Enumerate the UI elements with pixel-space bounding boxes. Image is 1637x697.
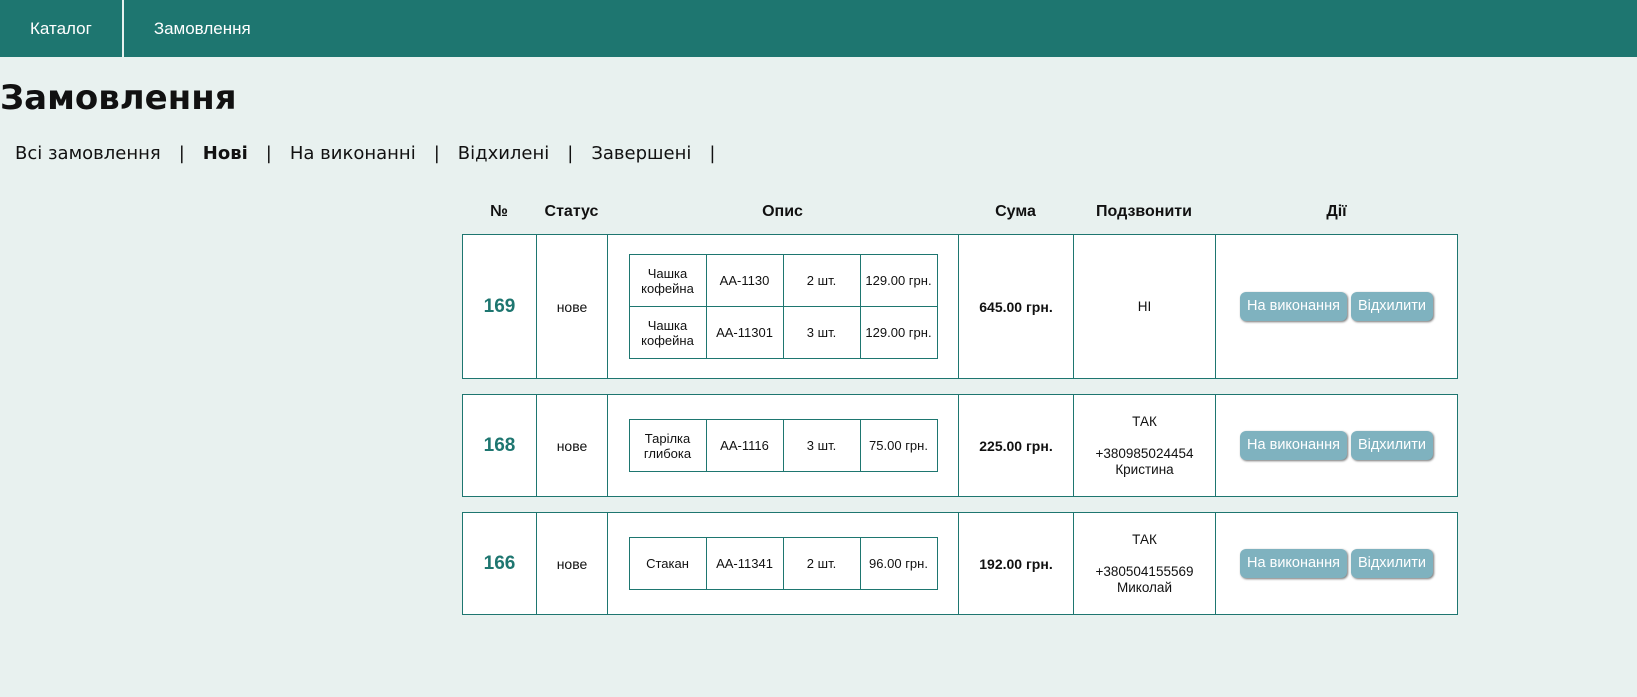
accept-order-button[interactable]: На виконання xyxy=(1240,292,1347,321)
filter-separator: | xyxy=(265,143,272,164)
call-answer: НІ xyxy=(1137,298,1152,314)
item-row: Тарілка глибока АА-1116 3 шт. 75.00 грн. xyxy=(628,419,938,472)
order-status: нове xyxy=(537,235,608,378)
order-status: нове xyxy=(537,395,608,496)
filter-rejected[interactable]: Відхилені xyxy=(458,143,550,164)
order-call-info: ТАК +380985024454 Кристина xyxy=(1074,395,1216,496)
page-title: Замовлення xyxy=(0,78,237,118)
item-code: АА-11341 xyxy=(705,537,784,590)
filter-separator: | xyxy=(567,143,574,164)
item-row: Стакан АА-11341 2 шт. 96.00 грн. xyxy=(628,537,938,590)
order-sum: 192.00 грн. xyxy=(959,513,1074,614)
call-phone: +380504155569 xyxy=(1095,563,1194,579)
header-actions: Дії xyxy=(1326,203,1347,220)
order-items-cell: Стакан АА-11341 2 шт. 96.00 грн. xyxy=(608,513,959,614)
filter-separator: | xyxy=(178,143,185,164)
order-row: 166 нове Стакан АА-11341 2 шт. 96.00 грн… xyxy=(462,512,1458,615)
header-description: Опис xyxy=(762,203,803,220)
item-quantity: 2 шт. xyxy=(782,537,861,590)
order-number: 166 xyxy=(463,513,537,614)
item-code: АА-11301 xyxy=(705,306,784,359)
accept-order-button[interactable]: На виконання xyxy=(1240,549,1347,578)
orders-table: № Статус Опис Сума Подзвонити Дії 169 но… xyxy=(462,190,1458,630)
order-items-cell: Тарілка глибока АА-1116 3 шт. 75.00 грн. xyxy=(608,395,959,496)
item-price: 96.00 грн. xyxy=(859,537,938,590)
call-name: Миколай xyxy=(1117,579,1172,595)
item-row: Чашка кофейна АА-1130 2 шт. 129.00 грн. xyxy=(628,254,938,307)
call-answer: ТАК xyxy=(1132,413,1157,429)
accept-order-button[interactable]: На виконання xyxy=(1240,431,1347,460)
order-actions: На виконання Відхилити xyxy=(1216,235,1457,378)
order-sum: 645.00 грн. xyxy=(959,235,1074,378)
header-sum: Сума xyxy=(995,203,1036,220)
order-items-table: Чашка кофейна АА-1130 2 шт. 129.00 грн. … xyxy=(628,254,938,359)
reject-order-button[interactable]: Відхилити xyxy=(1350,292,1433,321)
order-items-cell: Чашка кофейна АА-1130 2 шт. 129.00 грн. … xyxy=(608,235,959,378)
item-price: 75.00 грн. xyxy=(859,419,938,472)
item-price: 129.00 грн. xyxy=(859,306,938,359)
order-number: 168 xyxy=(463,395,537,496)
item-quantity: 2 шт. xyxy=(782,254,861,307)
header-call: Подзвонити xyxy=(1096,203,1192,220)
call-phone: +380985024454 xyxy=(1095,445,1194,461)
order-call-info: НІ xyxy=(1074,235,1216,378)
table-header: № Статус Опис Сума Подзвонити Дії xyxy=(462,190,1458,234)
status-filter-bar: Всі замовлення | Нові | На виконанні | В… xyxy=(15,143,733,164)
filter-new[interactable]: Нові xyxy=(203,143,248,164)
filter-all[interactable]: Всі замовлення xyxy=(15,143,161,164)
order-actions: На виконання Відхилити xyxy=(1216,513,1457,614)
order-row: 169 нове Чашка кофейна АА-1130 2 шт. 129… xyxy=(462,234,1458,379)
order-number: 169 xyxy=(463,235,537,378)
item-name: Чашка кофейна xyxy=(628,306,707,359)
item-name: Тарілка глибока xyxy=(628,419,707,472)
reject-order-button[interactable]: Відхилити xyxy=(1350,431,1433,460)
filter-completed[interactable]: Завершені xyxy=(591,143,691,164)
order-sum: 225.00 грн. xyxy=(959,395,1074,496)
reject-order-button[interactable]: Відхилити xyxy=(1350,549,1433,578)
item-name: Стакан xyxy=(628,537,707,590)
nav-orders[interactable]: Замовлення xyxy=(124,0,281,57)
call-answer: ТАК xyxy=(1132,531,1157,547)
header-status: Статус xyxy=(544,203,599,220)
item-row: Чашка кофейна АА-11301 3 шт. 129.00 грн. xyxy=(628,306,938,359)
item-code: АА-1116 xyxy=(705,419,784,472)
call-name: Кристина xyxy=(1115,461,1174,477)
item-quantity: 3 шт. xyxy=(782,419,861,472)
order-call-info: ТАК +380504155569 Миколай xyxy=(1074,513,1216,614)
item-code: АА-1130 xyxy=(705,254,784,307)
item-price: 129.00 грн. xyxy=(859,254,938,307)
order-items-table: Тарілка глибока АА-1116 3 шт. 75.00 грн. xyxy=(628,419,938,472)
order-status: нове xyxy=(537,513,608,614)
filter-in-progress[interactable]: На виконанні xyxy=(290,143,416,164)
top-navbar: Каталог Замовлення xyxy=(0,0,1637,57)
filter-separator: | xyxy=(709,143,716,164)
header-number: № xyxy=(490,203,508,220)
order-actions: На виконання Відхилити xyxy=(1216,395,1457,496)
item-name: Чашка кофейна xyxy=(628,254,707,307)
filter-separator: | xyxy=(433,143,440,164)
order-items-table: Стакан АА-11341 2 шт. 96.00 грн. xyxy=(628,537,938,590)
item-quantity: 3 шт. xyxy=(782,306,861,359)
order-row: 168 нове Тарілка глибока АА-1116 3 шт. 7… xyxy=(462,394,1458,497)
nav-catalog[interactable]: Каталог xyxy=(0,0,122,57)
